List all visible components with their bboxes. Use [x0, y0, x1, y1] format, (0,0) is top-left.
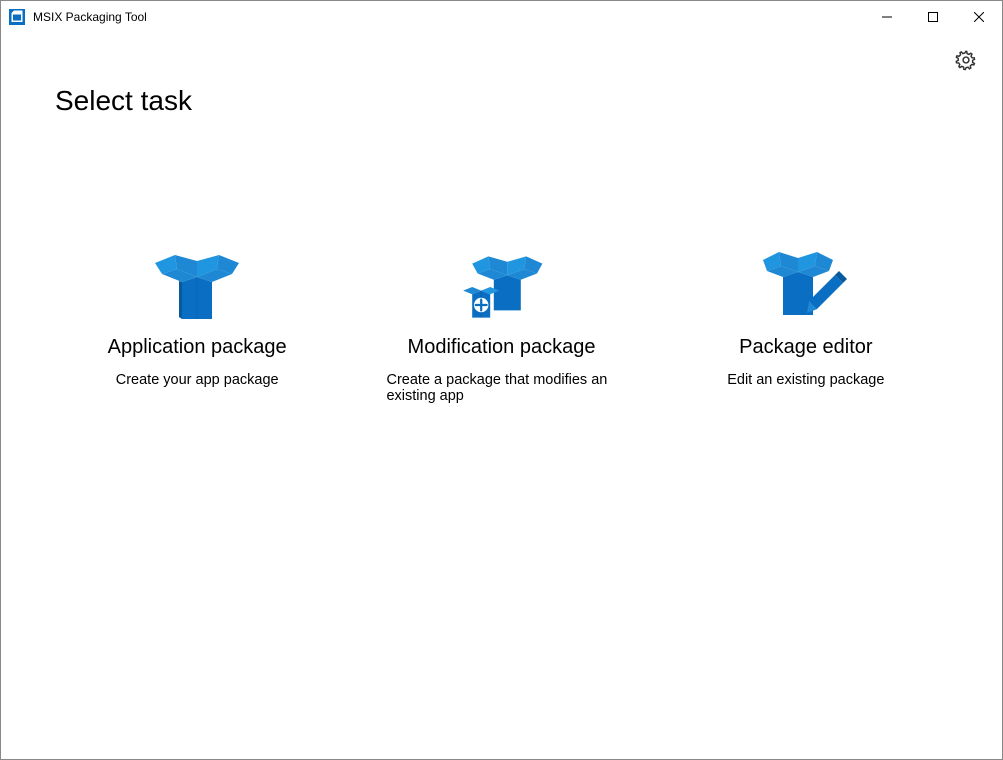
- maximize-button[interactable]: [910, 1, 956, 33]
- task-title: Modification package: [408, 335, 596, 360]
- task-modification-package[interactable]: Modification package Create a package th…: [359, 237, 643, 414]
- box-open-icon: [152, 247, 242, 327]
- page-title: Select task: [55, 85, 948, 117]
- window-controls: [864, 1, 1002, 33]
- task-application-package[interactable]: Application package Create your app pack…: [55, 237, 339, 414]
- toolbar: [1, 33, 1002, 77]
- settings-button[interactable]: [950, 45, 982, 77]
- titlebar-left: MSIX Packaging Tool: [9, 9, 147, 25]
- task-grid: Application package Create your app pack…: [55, 237, 948, 414]
- task-desc: Create your app package: [116, 372, 279, 388]
- titlebar: MSIX Packaging Tool: [1, 1, 1002, 33]
- task-title: Package editor: [739, 335, 872, 360]
- box-modify-icon: [456, 247, 546, 327]
- box-edit-icon: [761, 247, 851, 327]
- close-button[interactable]: [956, 1, 1002, 33]
- minimize-button[interactable]: [864, 1, 910, 33]
- window-title: MSIX Packaging Tool: [33, 10, 147, 24]
- task-package-editor[interactable]: Package editor Edit an existing package: [664, 237, 948, 414]
- task-desc: Create a package that modifies an existi…: [386, 372, 616, 404]
- task-title: Application package: [108, 335, 287, 360]
- content-area: Select task A: [1, 85, 1002, 414]
- app-icon: [9, 9, 25, 25]
- gear-icon: [955, 49, 977, 74]
- task-desc: Edit an existing package: [727, 372, 884, 388]
